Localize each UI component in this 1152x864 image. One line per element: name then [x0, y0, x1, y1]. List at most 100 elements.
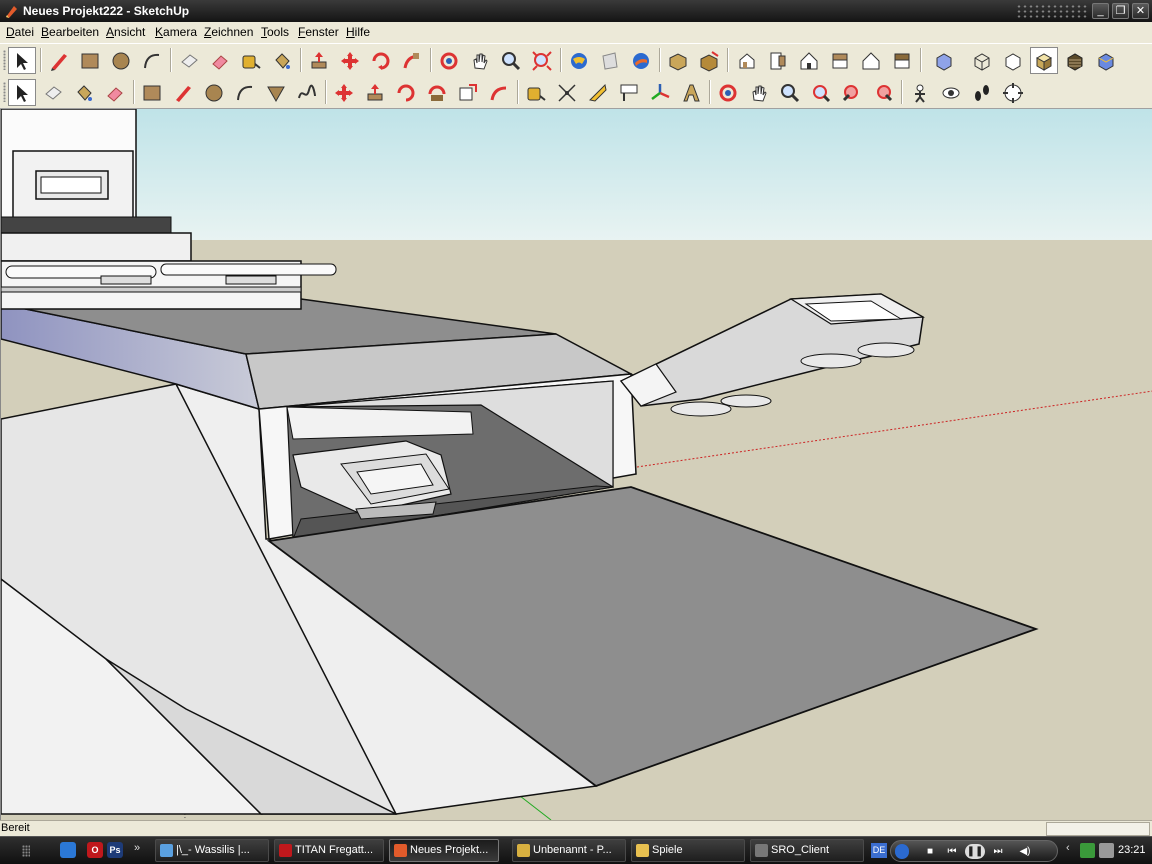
media-stop-button[interactable]: ■: [923, 844, 937, 859]
left-view-icon[interactable]: [888, 47, 916, 74]
move-icon[interactable]: [336, 47, 364, 74]
toolbar-grip[interactable]: [3, 82, 6, 102]
look-around-icon[interactable]: [937, 79, 965, 106]
tray-expand-chevron[interactable]: ‹: [1066, 842, 1070, 854]
position-camera-icon[interactable]: [906, 79, 934, 106]
arc-icon[interactable]: [138, 47, 166, 74]
language-indicator[interactable]: DE: [871, 843, 887, 858]
photoshop-icon[interactable]: Ps: [107, 842, 123, 858]
menu-ansicht[interactable]: Ansicht: [106, 25, 145, 39]
zoom-icon[interactable]: [776, 79, 804, 106]
iso-view-icon[interactable]: [733, 47, 761, 74]
arc-icon[interactable]: [231, 79, 259, 106]
freehand-icon[interactable]: [293, 79, 321, 106]
taskbar-item[interactable]: |\_- Wassilis |...: [155, 839, 269, 862]
media-pause-button[interactable]: ❚❚: [965, 844, 985, 859]
zoom-extents-icon[interactable]: [528, 47, 556, 74]
circle-icon[interactable]: [107, 47, 135, 74]
xray-style-icon[interactable]: [930, 47, 958, 74]
rectangle-icon[interactable]: [76, 47, 104, 74]
get-models-icon[interactable]: [565, 47, 593, 74]
ie-icon[interactable]: [60, 842, 76, 858]
taskbar-item[interactable]: Spiele: [631, 839, 745, 862]
right-view-icon[interactable]: [826, 47, 854, 74]
menu-zeichnen[interactable]: Zeichnen: [204, 25, 253, 39]
media-play-icon[interactable]: [895, 844, 909, 859]
media-next-button[interactable]: ⏭: [989, 844, 1007, 859]
pencil-line-icon[interactable]: [45, 47, 73, 74]
rectangle-icon[interactable]: [138, 79, 166, 106]
follow-me-icon[interactable]: [398, 47, 426, 74]
shaded-style-icon[interactable]: [1030, 47, 1058, 74]
select-arrow-icon[interactable]: [8, 47, 36, 74]
circle-icon[interactable]: [200, 79, 228, 106]
next-view-icon[interactable]: [869, 79, 897, 106]
scale-icon[interactable]: [454, 79, 482, 106]
share-model-icon[interactable]: [596, 47, 624, 74]
textured-style-icon[interactable]: [1061, 47, 1089, 74]
pan-hand-icon[interactable]: [466, 47, 494, 74]
taskbar-item-active[interactable]: Neues Projekt...: [389, 839, 499, 862]
toolbar-grip[interactable]: [3, 50, 6, 70]
google-earth-icon[interactable]: [627, 47, 655, 74]
zoom-window-icon[interactable]: [807, 79, 835, 106]
close-button[interactable]: ✕: [1132, 3, 1149, 19]
push-pull-icon[interactable]: [361, 79, 389, 106]
quick-launch-chevron[interactable]: »: [134, 842, 140, 854]
minimize-button[interactable]: _: [1092, 3, 1109, 19]
menu-kamera[interactable]: Kamera: [155, 25, 197, 39]
follow-me-icon[interactable]: [423, 79, 451, 106]
get-components-icon[interactable]: [664, 47, 692, 74]
wireframe-style-icon[interactable]: [968, 47, 996, 74]
text-icon[interactable]: [615, 79, 643, 106]
media-prev-button[interactable]: ⏮: [943, 844, 961, 859]
menu-bearbeiten[interactable]: Bearbeiten: [41, 25, 99, 39]
make-component-icon[interactable]: [39, 79, 67, 106]
measurements-box[interactable]: [1046, 822, 1150, 836]
orbit-icon[interactable]: [435, 47, 463, 74]
front-view-icon[interactable]: [795, 47, 823, 74]
monochrome-style-icon[interactable]: [1092, 47, 1120, 74]
volume-tray-icon[interactable]: [1099, 843, 1114, 858]
paint-bucket-icon[interactable]: [268, 47, 296, 74]
media-volume-button[interactable]: ◀): [1015, 844, 1035, 859]
offset-icon[interactable]: [485, 79, 513, 106]
previous-view-icon[interactable]: [838, 79, 866, 106]
pan-hand-icon[interactable]: [745, 79, 773, 106]
network-tray-icon[interactable]: [1080, 843, 1095, 858]
taskbar-item[interactable]: Unbenannt - P...: [512, 839, 626, 862]
orbit-icon[interactable]: [714, 79, 742, 106]
rotate-icon[interactable]: [392, 79, 420, 106]
title-bar[interactable]: Neues Projekt222 - SketchUp _ ❐ ✕: [0, 0, 1152, 22]
tape-measure-icon[interactable]: [522, 79, 550, 106]
3d-text-icon[interactable]: [677, 79, 705, 106]
eraser-icon[interactable]: [206, 47, 234, 74]
section-plane-icon[interactable]: [999, 79, 1027, 106]
select-arrow-icon[interactable]: [8, 79, 36, 106]
rotate-icon[interactable]: [367, 47, 395, 74]
opera-icon[interactable]: O: [87, 842, 103, 858]
eraser-paper-icon[interactable]: [175, 47, 203, 74]
zoom-icon[interactable]: [497, 47, 525, 74]
menu-datei[interactable]: Datei: [6, 25, 34, 39]
taskbar-item[interactable]: SRO_Client: [750, 839, 864, 862]
menu-fenster[interactable]: Fenster: [298, 25, 339, 39]
polygon-icon[interactable]: [262, 79, 290, 106]
back-view-icon[interactable]: [857, 47, 885, 74]
dimension-icon[interactable]: [553, 79, 581, 106]
axes-icon[interactable]: [646, 79, 674, 106]
tape-measure-icon[interactable]: [237, 47, 265, 74]
eraser-icon[interactable]: [101, 79, 129, 106]
maximize-button[interactable]: ❐: [1112, 3, 1129, 19]
menu-tools[interactable]: Tools: [261, 25, 289, 39]
move-icon[interactable]: [330, 79, 358, 106]
hidden-line-style-icon[interactable]: [999, 47, 1027, 74]
push-pull-icon[interactable]: [305, 47, 333, 74]
taskbar-item[interactable]: TITAN Fregatt...: [274, 839, 384, 862]
paint-bucket-icon[interactable]: [70, 79, 98, 106]
menu-hilfe[interactable]: Hilfe: [346, 25, 370, 39]
taskbar-grip[interactable]: [22, 845, 30, 857]
share-component-icon[interactable]: [695, 47, 723, 74]
protractor-icon[interactable]: [584, 79, 612, 106]
drawing-viewport[interactable]: [0, 109, 1152, 820]
